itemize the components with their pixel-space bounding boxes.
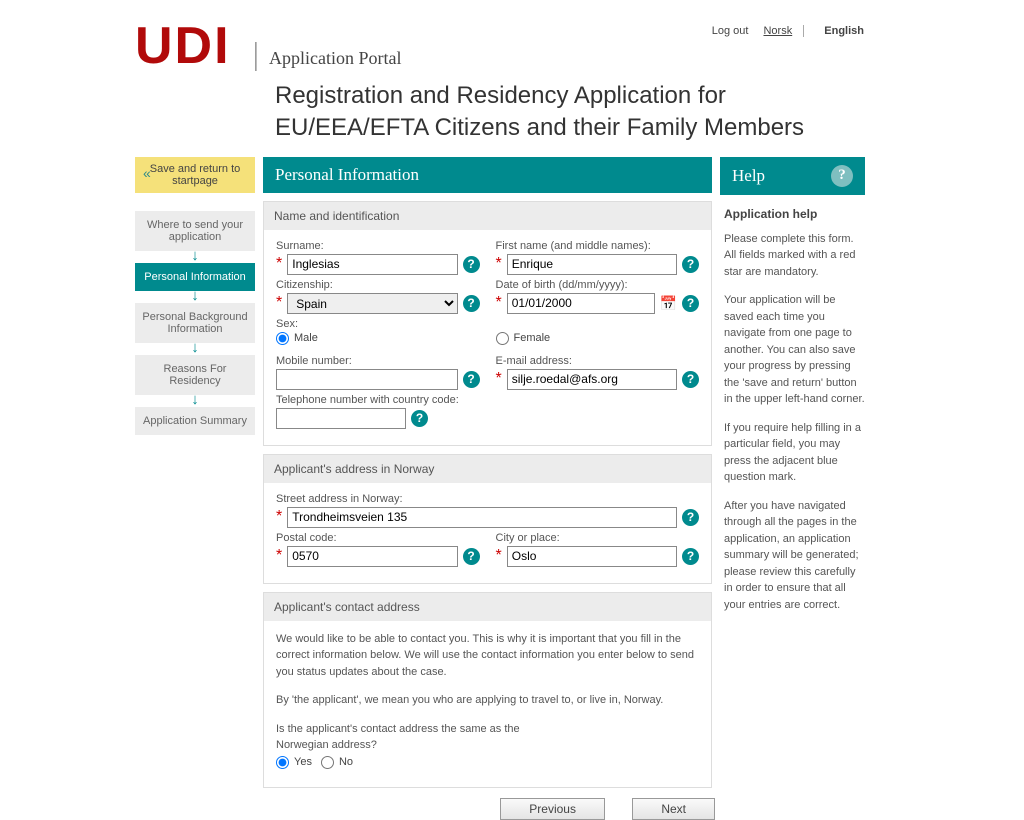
nav-step-background[interactable]: Personal Background Information: [135, 303, 255, 343]
spacer: [496, 318, 700, 330]
required-star: *: [276, 295, 282, 311]
nav-step-summary[interactable]: Application Summary: [135, 407, 255, 435]
sex-female-radio[interactable]: [496, 332, 509, 345]
firstname-label: First name (and middle names):: [496, 240, 700, 252]
email-label: E-mail address:: [496, 355, 700, 367]
female-label: Female: [514, 332, 551, 344]
citizenship-select[interactable]: Spain: [287, 293, 457, 314]
help-icon[interactable]: ?: [463, 548, 480, 565]
arrow-down-icon: ↓: [135, 293, 255, 299]
required-star: *: [496, 256, 502, 272]
panel-name-id-header: Name and identification: [264, 202, 711, 230]
required-star: *: [496, 548, 502, 564]
previous-button[interactable]: Previous: [500, 798, 605, 820]
city-label: City or place:: [496, 532, 700, 544]
help-p2: Your application will be saved each time…: [724, 292, 865, 408]
mobile-label: Mobile number:: [276, 355, 480, 367]
tel-input[interactable]: [276, 408, 406, 429]
help-icon[interactable]: ?: [411, 410, 428, 427]
contact-para1: We would like to be able to contact you.…: [276, 631, 699, 681]
postal-input[interactable]: [287, 546, 457, 567]
form-title: Personal Information: [275, 165, 419, 185]
help-icon[interactable]: ?: [463, 295, 480, 312]
calendar-icon[interactable]: 📅: [660, 295, 677, 312]
help-icon[interactable]: ?: [682, 295, 699, 312]
panel-address-header: Applicant's address in Norway: [264, 455, 711, 483]
help-icon[interactable]: ?: [682, 548, 699, 565]
city-input[interactable]: [507, 546, 677, 567]
lang-english-link[interactable]: English: [824, 25, 864, 37]
form-title-bar: Personal Information: [263, 157, 712, 193]
help-title-bar: Help ?: [720, 157, 865, 195]
nav-step-where[interactable]: Where to send your application: [135, 211, 255, 251]
street-input[interactable]: [287, 507, 677, 528]
divider: [803, 25, 804, 37]
portal-title: Application Portal: [269, 48, 401, 69]
email-input[interactable]: [507, 369, 677, 390]
same-no-radio[interactable]: [321, 756, 334, 769]
save-return-button[interactable]: « Save and return to startpage: [135, 157, 255, 193]
required-star: *: [276, 256, 282, 272]
help-p4: After you have navigated through all the…: [724, 498, 865, 614]
tel-label: Telephone number with country code:: [276, 394, 480, 406]
required-star: *: [276, 548, 282, 564]
udi-logo: UDI: [135, 20, 231, 72]
contact-para2: By 'the applicant', we mean you who are …: [276, 692, 699, 709]
contact-question: Is the applicant's contact address the s…: [276, 721, 556, 754]
same-yes-radio[interactable]: [276, 756, 289, 769]
logout-link[interactable]: Log out: [712, 25, 749, 37]
dob-input[interactable]: [507, 293, 655, 314]
panel-address-norway: Applicant's address in Norway Street add…: [263, 454, 712, 584]
required-star: *: [496, 295, 502, 311]
surname-input[interactable]: [287, 254, 457, 275]
sex-label: Sex:: [276, 318, 480, 330]
help-subhead: Application help: [724, 205, 865, 223]
lang-norsk-link[interactable]: Norsk: [763, 25, 792, 37]
help-icon[interactable]: ?: [463, 371, 480, 388]
arrow-down-icon: ↓: [135, 253, 255, 259]
required-star: *: [276, 509, 282, 525]
help-icon[interactable]: ?: [463, 256, 480, 273]
page-heading: Registration and Residency Application f…: [275, 80, 865, 145]
chevron-left-icon: «: [143, 165, 151, 181]
help-title: Help: [732, 166, 765, 186]
help-icon[interactable]: ?: [682, 256, 699, 273]
postal-label: Postal code:: [276, 532, 480, 544]
help-icon[interactable]: ?: [682, 509, 699, 526]
firstname-input[interactable]: [507, 254, 677, 275]
help-icon[interactable]: ?: [682, 371, 699, 388]
panel-contact: Applicant's contact address We would lik…: [263, 592, 712, 788]
street-label: Street address in Norway:: [276, 493, 699, 505]
panel-contact-header: Applicant's contact address: [264, 593, 711, 621]
arrow-down-icon: ↓: [135, 397, 255, 403]
no-label: No: [339, 756, 353, 768]
help-circle-icon[interactable]: ?: [831, 165, 853, 187]
sex-male-radio[interactable]: [276, 332, 289, 345]
panel-name-id: Name and identification Surname: * ?: [263, 201, 712, 446]
help-p3: If you require help filling in a particu…: [724, 420, 865, 486]
yes-label: Yes: [294, 756, 312, 768]
arrow-down-icon: ↓: [135, 345, 255, 351]
required-star: *: [496, 371, 502, 387]
surname-label: Surname:: [276, 240, 480, 252]
help-p1: Please complete this form. All fields ma…: [724, 231, 865, 281]
mobile-input[interactable]: [276, 369, 458, 390]
citizenship-label: Citizenship:: [276, 279, 480, 291]
nav-step-reasons[interactable]: Reasons For Residency: [135, 355, 255, 395]
next-button[interactable]: Next: [632, 798, 715, 820]
logo-divider: |: [253, 35, 259, 72]
save-return-label: Save and return to startpage: [150, 163, 241, 187]
male-label: Male: [294, 332, 318, 344]
dob-label: Date of birth (dd/mm/yyyy):: [496, 279, 700, 291]
